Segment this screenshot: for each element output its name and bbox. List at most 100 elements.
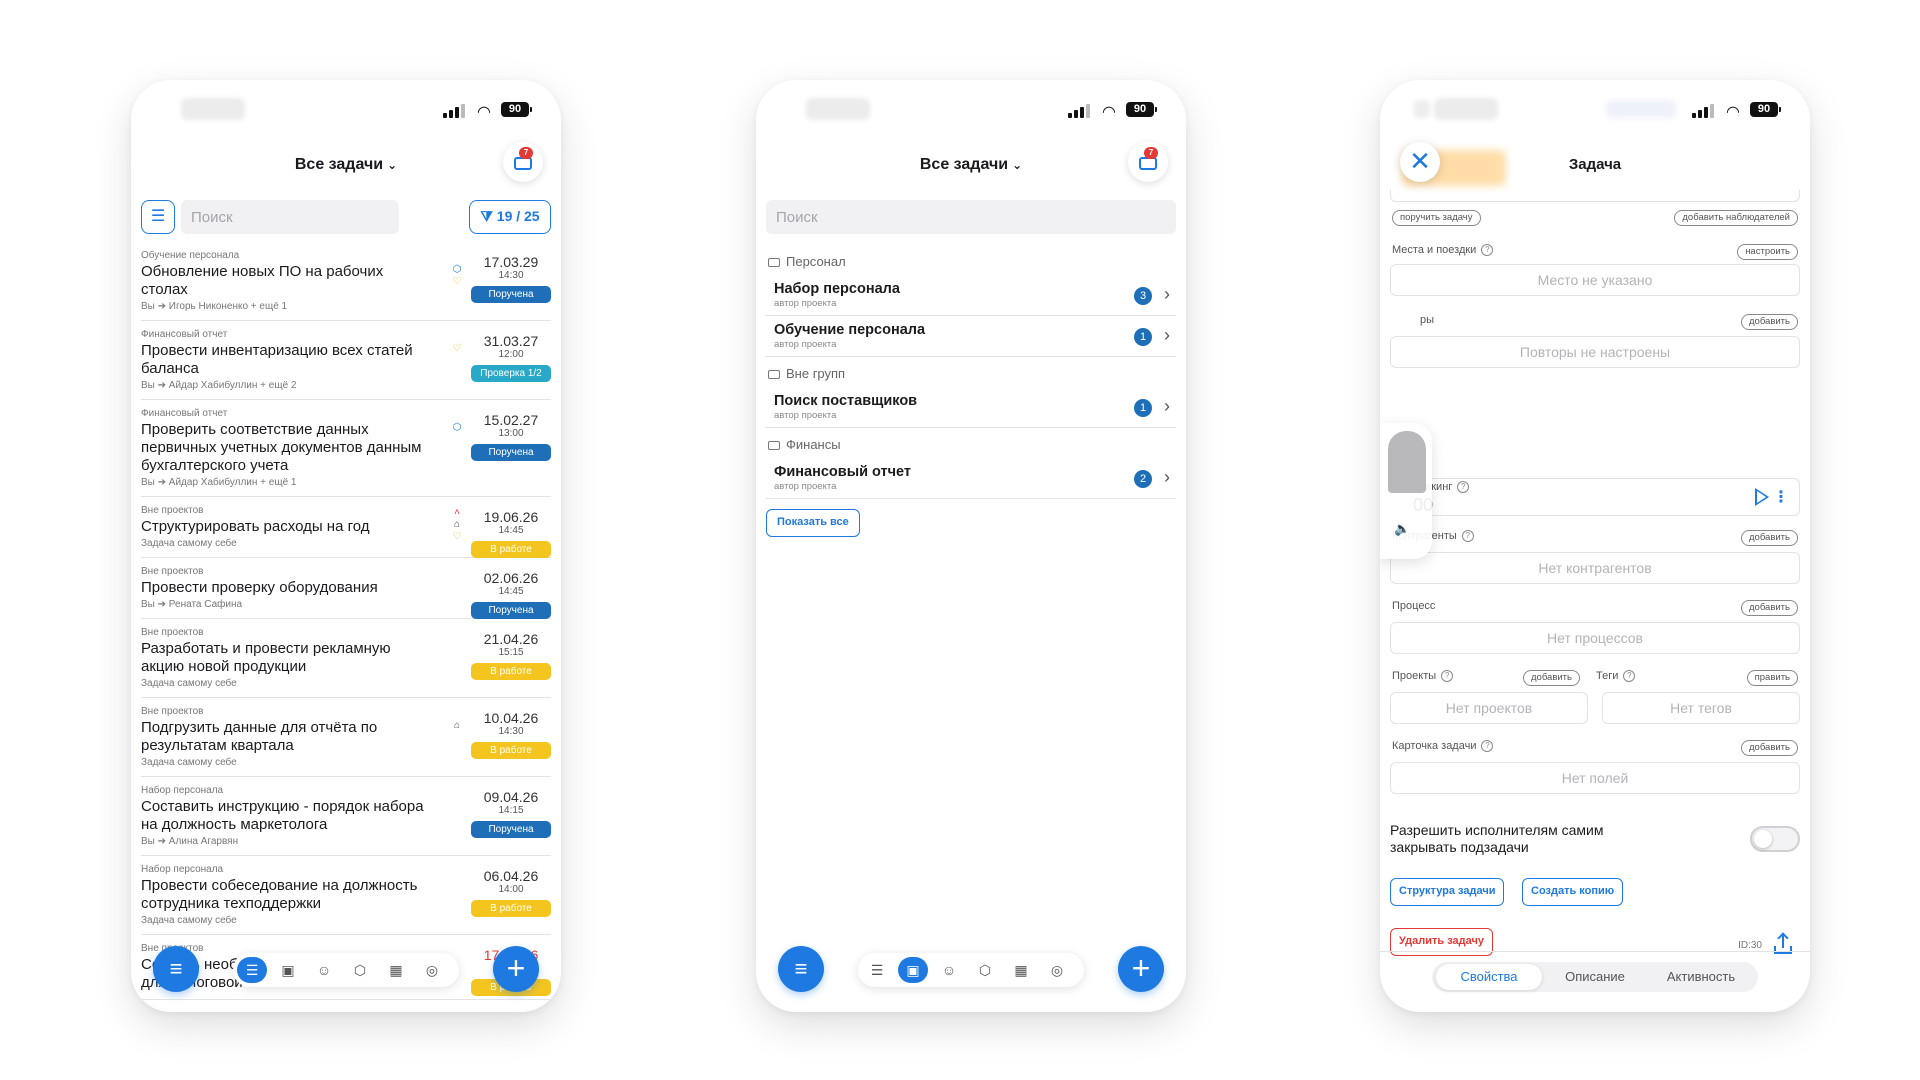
search-input[interactable] — [181, 200, 399, 234]
heart-icon: ♡ — [452, 531, 462, 542]
nav-people[interactable]: ☺ — [309, 957, 339, 983]
inbox-button[interactable]: 7 — [503, 142, 543, 182]
task-structure-button[interactable]: Структура задачи — [1390, 878, 1505, 906]
more-icon[interactable]: ⋮ — [1773, 487, 1789, 507]
tab-description[interactable]: Описание — [1542, 964, 1648, 990]
card-fields-label-text: Карточка задачи — [1392, 740, 1477, 752]
nav-tags[interactable]: ⬡ — [345, 957, 375, 983]
project-group-header[interactable]: Персонал — [766, 249, 1176, 275]
nav-projects[interactable]: ▣ — [273, 957, 303, 983]
projects-add-button[interactable]: добавить — [1523, 670, 1580, 686]
project-group-header[interactable]: Финансы — [766, 432, 1176, 458]
menu-button[interactable]: ≡ — [153, 946, 199, 992]
filter-button[interactable]: ⧩ 19 / 25 — [469, 200, 551, 234]
inbox-button[interactable]: 7 — [1128, 142, 1168, 182]
people-icon: ☺ — [316, 962, 332, 978]
task-time: 14:00 — [498, 884, 524, 895]
nav-people[interactable]: ☺ — [934, 957, 964, 983]
repeats-field[interactable]: Повторы не настроены — [1390, 336, 1800, 368]
nav-places[interactable]: ◎ — [417, 957, 447, 983]
list-view-button[interactable]: ☰ — [141, 200, 175, 234]
tag-icon: ⬡ — [452, 264, 462, 275]
assign-task-button[interactable]: поручить задачу — [1392, 210, 1481, 226]
project-row[interactable]: Набор персонала автор проекта 3 › — [766, 275, 1176, 316]
process-add-button[interactable]: добавить — [1741, 600, 1798, 616]
volume-hud: 🔈 — [1380, 423, 1432, 559]
close-button[interactable]: ✕ — [1400, 142, 1440, 182]
repeats-label: ры — [1420, 314, 1435, 326]
task-row[interactable]: Финансовый отчет Проверить соответствие д… — [141, 400, 551, 497]
card-fields-add-button[interactable]: добавить — [1741, 740, 1798, 756]
play-icon[interactable] — [1755, 488, 1769, 506]
help-icon[interactable]: ? — [1461, 530, 1474, 543]
contractors-field[interactable]: Нет контрагентов — [1390, 552, 1800, 584]
contractors-add-button[interactable]: добавить — [1741, 530, 1798, 546]
task-row[interactable]: Набор персонала Провести собеседование на… — [141, 856, 551, 935]
task-title: Подгрузить данные для отчёта по результа… — [141, 719, 378, 754]
page-title: Задача — [1568, 156, 1622, 173]
task-row[interactable]: Обучение персонала Обновление новых ПО на… — [141, 242, 551, 321]
project-role: автор проекта — [774, 481, 837, 492]
task-row[interactable]: Вне проектов Провести проверку оборудован… — [141, 558, 551, 619]
page-title: Все задачи — [919, 156, 1009, 173]
nav-projects[interactable]: ▣ — [898, 957, 928, 983]
add-task-button[interactable]: + — [1118, 946, 1164, 992]
status-badge: Поручена — [471, 286, 551, 303]
task-row[interactable]: Вне проектов Структурировать расходы на г… — [141, 497, 551, 558]
places-configure-button[interactable]: настроить — [1737, 244, 1798, 260]
share-icon[interactable] — [1774, 932, 1792, 956]
project-role: автор проекта — [774, 339, 837, 350]
add-task-button[interactable]: + — [493, 946, 539, 992]
menu-button[interactable]: ≡ — [778, 946, 824, 992]
task-row[interactable]: Финансовый отчет Провести инвентаризацию … — [141, 321, 551, 400]
places-field[interactable]: Место не указано — [1390, 264, 1800, 296]
time-tracking: рекинг? 00 ⋮ — [1390, 478, 1800, 516]
task-flags: ⬡ — [451, 422, 463, 434]
view-selector[interactable]: Все задачи ⌄ — [131, 156, 561, 174]
project-row[interactable]: Поиск поставщиков автор проекта 1 › — [766, 387, 1176, 428]
help-icon[interactable]: ? — [1481, 244, 1494, 257]
briefcase-icon: ▣ — [906, 962, 920, 978]
close-subtasks-toggle[interactable] — [1750, 826, 1800, 852]
nav-tasks[interactable]: ☰ — [237, 957, 267, 983]
help-icon[interactable]: ? — [1457, 481, 1470, 494]
project-row[interactable]: Обучение персонала автор проекта 1 › — [766, 316, 1176, 357]
task-row[interactable]: Набор персонала Составить инструкцию - по… — [141, 777, 551, 856]
task-date: 31.03.27 — [483, 333, 539, 349]
help-icon[interactable]: ? — [1623, 670, 1636, 683]
card-fields-field[interactable]: Нет полей — [1390, 762, 1800, 794]
tab-activity[interactable]: Активность — [1648, 964, 1754, 990]
tags-label: Теги? — [1596, 670, 1636, 683]
task-row[interactable]: Вне проектов Подгрузить данные для отчёта… — [141, 698, 551, 777]
tab-properties[interactable]: Свойства — [1436, 964, 1542, 990]
search-input[interactable] — [766, 200, 1176, 234]
view-selector[interactable]: Все задачи ⌄ — [756, 156, 1186, 174]
tags-edit-button[interactable]: править — [1746, 670, 1798, 686]
project-group-header[interactable]: Вне групп — [766, 361, 1176, 387]
task-time: 14:30 — [498, 726, 524, 737]
add-observers-button[interactable]: добавить наблюдателей — [1674, 210, 1798, 226]
nav-companies[interactable]: ▦ — [381, 957, 411, 983]
show-all-button[interactable]: Показать все — [766, 509, 860, 537]
nav-pill: ☰ ▣ ☺ ⬡ ▦ ◎ — [858, 953, 1084, 987]
task-row[interactable]: Вне проектов Разработать и провести рекла… — [141, 619, 551, 698]
help-icon[interactable]: ? — [1481, 740, 1494, 753]
nav-tags[interactable]: ⬡ — [970, 957, 1000, 983]
projects-field[interactable]: Нет проектов — [1390, 692, 1588, 724]
task-date: 10.04.26 — [483, 710, 539, 726]
bottom-nav: ≡ ☰ ▣ ☺ ⬡ ▦ ◎ + — [131, 942, 561, 994]
tags-field[interactable]: Нет тегов — [1602, 692, 1800, 724]
search-row: ☰ ⧩ 19 / 25 — [141, 200, 551, 234]
create-copy-button[interactable]: Создать копию — [1522, 878, 1624, 906]
task-date: 21.04.26 — [483, 631, 539, 647]
project-row[interactable]: Финансовый отчет автор проекта 2 › — [766, 458, 1176, 499]
repeats-add-button[interactable]: добавить — [1741, 314, 1798, 330]
chevron-down-icon: ⌄ — [1012, 158, 1023, 172]
help-icon[interactable]: ? — [1441, 670, 1454, 683]
battery-icon: 90 — [1750, 102, 1781, 117]
process-field[interactable]: Нет процессов — [1390, 622, 1800, 654]
nav-tasks[interactable]: ☰ — [862, 957, 892, 983]
nav-companies[interactable]: ▦ — [1006, 957, 1036, 983]
nav-places[interactable]: ◎ — [1042, 957, 1072, 983]
project-role: автор проекта — [774, 410, 837, 421]
